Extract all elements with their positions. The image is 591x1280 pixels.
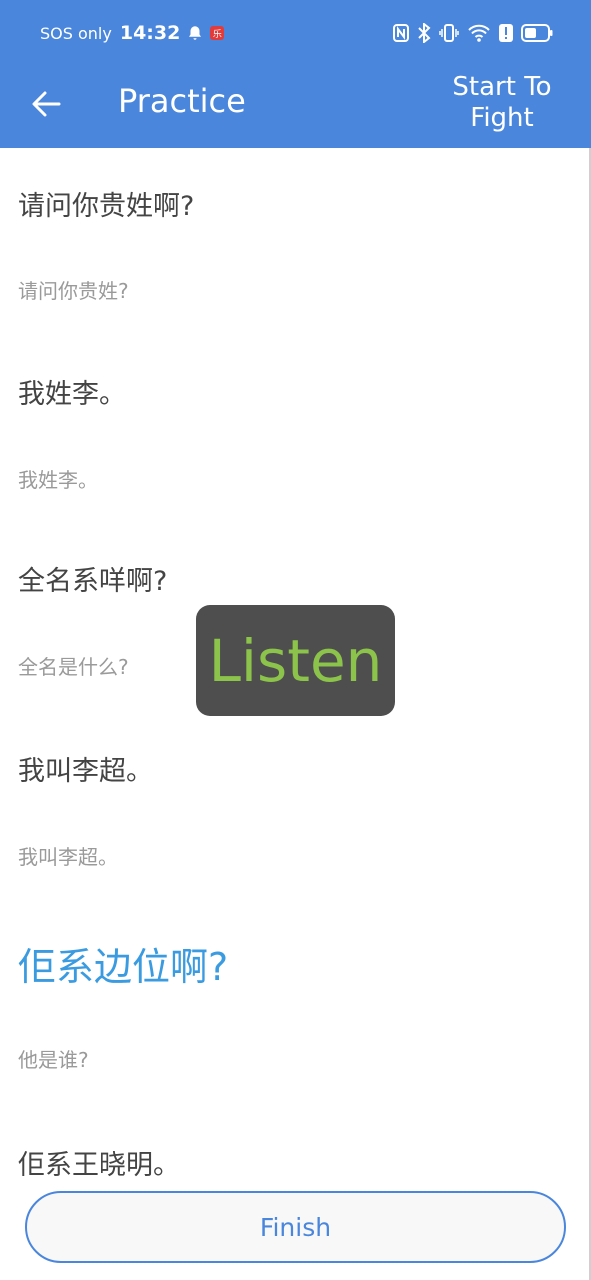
listen-button[interactable]: Listen (196, 605, 395, 716)
wifi-icon (468, 24, 490, 42)
back-button[interactable] (26, 84, 66, 124)
alert-icon (499, 24, 513, 42)
phrase-cantonese[interactable]: 佢系王晓明。 (18, 1143, 180, 1182)
phrase-mandarin: 我叫李超。 (18, 845, 118, 869)
bluetooth-icon (418, 23, 431, 43)
vibrate-icon (439, 24, 459, 42)
arrow-left-icon (32, 91, 61, 117)
battery-icon (521, 24, 553, 42)
phrase-mandarin: 全名是什么? (18, 655, 129, 679)
toolbar: Practice Start To Fight (0, 66, 591, 148)
status-bar: SOS only 14:32 乐 (0, 0, 591, 66)
phrase-mandarin: 请问你贵姓? (18, 279, 129, 303)
phrase-cantonese[interactable]: 请问你贵姓啊? (18, 184, 194, 223)
phrase-cantonese[interactable]: 我姓李。 (18, 372, 126, 411)
start-to-fight-button[interactable]: Start To Fight (447, 72, 557, 134)
finish-button[interactable]: Finish (25, 1191, 566, 1263)
start-to-fight-line1: Start To (452, 72, 552, 102)
phrase-mandarin: 他是谁? (18, 1048, 89, 1072)
phrase-cantonese[interactable]: 全名系咩啊? (18, 559, 167, 598)
start-to-fight-line2: Fight (470, 103, 534, 133)
phrase-cantonese-active[interactable]: 佢系边位啊? (18, 936, 228, 991)
phrase-cantonese[interactable]: 我叫李超。 (18, 749, 153, 788)
phrase-list: 请问你贵姓啊? 请问你贵姓? 我姓李。 我姓李。 全名系咩啊? 全名是什么? 我… (0, 148, 591, 1280)
status-time: 14:32 (119, 22, 181, 44)
nfc-icon (393, 24, 409, 42)
app-notification-icon: 乐 (210, 26, 225, 40)
carrier-text: SOS only (40, 23, 112, 43)
phrase-mandarin: 我姓李。 (18, 468, 98, 492)
app-bar: SOS only 14:32 乐 Practice Start To Fight (0, 0, 591, 148)
page-title: Practice (118, 82, 246, 120)
bell-icon (189, 26, 202, 40)
